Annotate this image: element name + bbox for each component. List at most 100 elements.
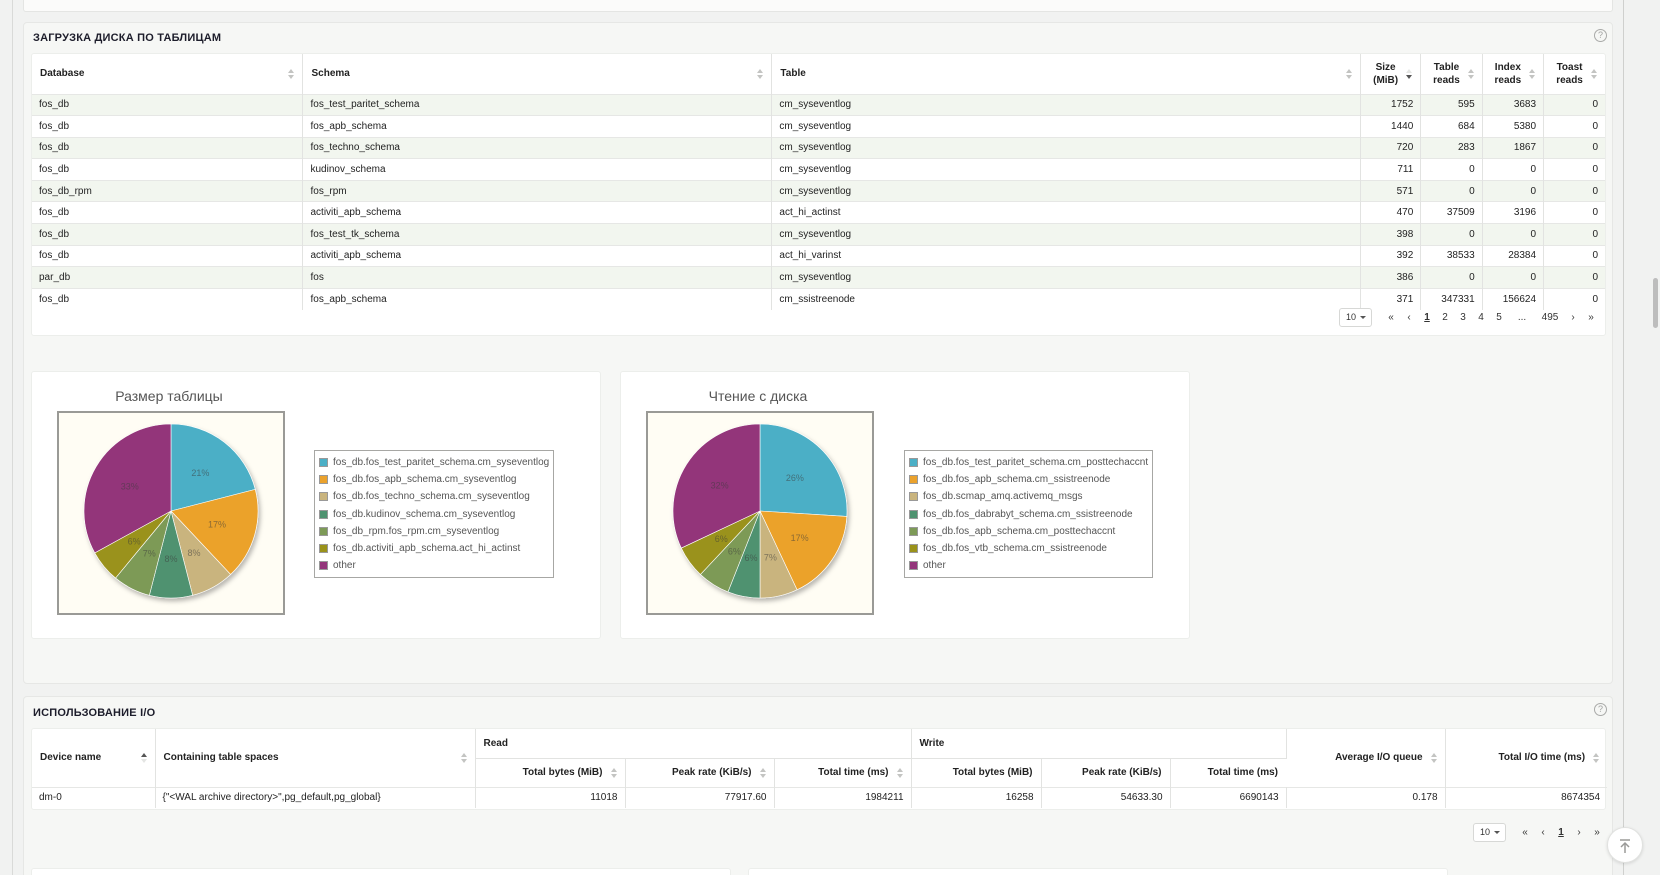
page-size-select[interactable]: 10	[1339, 308, 1372, 327]
sort-icon[interactable]	[1593, 752, 1600, 763]
page-1-button[interactable]: 1	[1418, 312, 1436, 323]
legend-item[interactable]: fos_db_rpm.fos_rpm.cm_syseventlog	[319, 523, 549, 540]
database-cell: fos_db	[32, 287, 304, 310]
slice-value-label: 7%	[764, 553, 777, 563]
col-index-reads[interactable]: Index reads	[1482, 54, 1545, 94]
legend-swatch	[909, 458, 918, 468]
pie-slice[interactable]	[759, 423, 848, 517]
col-toast-reads[interactable]: Toast reads	[1544, 54, 1605, 94]
sort-icon[interactable]	[757, 68, 764, 79]
database-cell: fos_db	[32, 244, 304, 267]
col-table-reads[interactable]: Table reads	[1420, 54, 1483, 94]
disk-reads-pie: 26%17%7%6%6%6%32%	[672, 423, 848, 599]
legend-item[interactable]: fos_db.fos_apb_schema.cm_posttechaccnt	[909, 523, 1148, 540]
sort-icon[interactable]	[460, 752, 467, 763]
legend-swatch	[319, 526, 328, 536]
disk-table-pagination: 10 « ‹ 1 2 3 4 5 ... 495 › »	[1339, 308, 1600, 327]
last-page-button[interactable]: »	[1588, 827, 1606, 838]
legend-item[interactable]: fos_db.scmap_amq.activemq_msgs	[909, 488, 1148, 505]
index-reads-cell: 5380	[1482, 115, 1545, 138]
schema-cell: fos_techno_schema	[302, 136, 773, 159]
next-page-button[interactable]: ›	[1570, 827, 1588, 838]
col-read-total-bytes[interactable]: Total bytes (MiB)	[475, 758, 626, 787]
table-row: fos_db fos_apb_schema cm_syseventlog 1440 68…	[32, 115, 1605, 138]
legend-label: fos_db.fos_dabrabyt_schema.cm_ssistreeno…	[923, 508, 1133, 520]
chart-title: Чтение с диска	[708, 388, 808, 404]
col-group-write: Write	[911, 729, 1287, 759]
sort-icon[interactable]	[1345, 68, 1352, 79]
help-icon[interactable]: ?	[1594, 29, 1607, 42]
legend-item[interactable]: fos_db.fos_vtb_schema.cm_ssistreenode	[909, 540, 1148, 557]
prev-page-button[interactable]: ‹	[1400, 312, 1418, 323]
legend-item[interactable]: fos_db.fos_apb_schema.cm_ssistreenode	[909, 471, 1148, 488]
col-read-total-time[interactable]: Total time (ms)	[774, 758, 912, 787]
page-1-button[interactable]: 1	[1552, 827, 1570, 838]
database-cell: fos_db	[32, 201, 304, 224]
sort-icon[interactable]	[896, 767, 903, 778]
col-avg-io-queue[interactable]: Average I/O queue	[1286, 729, 1446, 787]
col-write-total-bytes[interactable]: Total bytes (MiB)	[911, 758, 1042, 787]
legend-item[interactable]: fos_db.fos_techno_schema.cm_syseventlog	[319, 488, 549, 505]
col-read-peak-rate[interactable]: Peak rate (KiB/s)	[625, 758, 775, 787]
database-cell: fos_db	[32, 93, 304, 116]
sort-icon[interactable]	[1467, 68, 1474, 79]
database-cell: fos_db	[32, 115, 304, 138]
last-page-number-button[interactable]: 495	[1536, 312, 1564, 323]
database-cell: fos_db	[32, 136, 304, 159]
last-page-button[interactable]: »	[1582, 312, 1600, 323]
sort-icon[interactable]	[610, 767, 617, 778]
write-peak-rate-cell: 54633.30	[1041, 786, 1171, 808]
legend-item[interactable]: other	[319, 557, 549, 574]
legend-item[interactable]: fos_db.activiti_apb_schema.act_hi_actins…	[319, 540, 549, 557]
legend-item[interactable]: fos_db.fos_test_paritet_schema.cm_postte…	[909, 454, 1148, 471]
table-row: fos_db kudinov_schema cm_syseventlog 711 0 0 0	[32, 158, 1605, 181]
legend-item[interactable]: fos_db.fos_dabrabyt_schema.cm_ssistreeno…	[909, 506, 1148, 523]
table-cell: cm_ssistreenode	[771, 287, 1361, 310]
legend-swatch	[909, 509, 918, 519]
col-size[interactable]: Size (MiB)	[1360, 54, 1422, 94]
sort-icon[interactable]	[759, 767, 766, 778]
legend-item[interactable]: fos_db.kudinov_schema.cm_syseventlog	[319, 506, 549, 523]
page-3-button[interactable]: 3	[1454, 312, 1472, 323]
col-write-peak-rate[interactable]: Peak rate (KiB/s)	[1041, 758, 1171, 787]
next-page-button[interactable]: ›	[1564, 312, 1582, 323]
index-reads-cell: 0	[1482, 179, 1545, 202]
col-schema[interactable]: Schema	[302, 54, 773, 94]
next-card-stub	[31, 868, 731, 875]
page-5-button[interactable]: 5	[1490, 312, 1508, 323]
disk-usage-section: ЗАГРУЗКА ДИСКА ПО ТАБЛИЦАМ ? Database Sc…	[23, 22, 1613, 684]
col-total-io-time[interactable]: Total I/O time (ms)	[1445, 729, 1607, 787]
sort-icon[interactable]	[1591, 68, 1597, 79]
legend-item[interactable]: fos_db.fos_apb_schema.cm_syseventlog	[319, 471, 549, 488]
page-size-select[interactable]: 10	[1473, 823, 1506, 842]
col-database[interactable]: Database	[32, 54, 304, 94]
help-icon[interactable]: ?	[1594, 703, 1607, 716]
first-page-button[interactable]: «	[1382, 312, 1400, 323]
col-write-total-time[interactable]: Total time (ms)	[1170, 758, 1286, 787]
sort-desc-icon[interactable]	[1406, 68, 1413, 79]
sort-asc-icon[interactable]	[140, 752, 147, 763]
page-scrollbar[interactable]	[1653, 278, 1658, 328]
first-page-button[interactable]: «	[1516, 827, 1534, 838]
page-2-button[interactable]: 2	[1436, 312, 1454, 323]
legend-label: fos_db.fos_test_paritet_schema.cm_syseve…	[333, 457, 550, 469]
size-cell: 371	[1360, 287, 1422, 310]
legend-label: fos_db.fos_apb_schema.cm_ssistreenode	[923, 474, 1111, 486]
sort-icon[interactable]	[1529, 68, 1536, 79]
disk-usage-table: Database Schema Table Size (MiB) Table rea…	[32, 54, 1605, 310]
col-table[interactable]: Table	[771, 54, 1361, 94]
table-size-chart-card: Размер таблицы 21% 17% 8% 8% 7% 6% 33% fos_db.…	[31, 371, 601, 639]
legend-swatch	[909, 492, 918, 502]
legend-swatch	[319, 492, 328, 502]
legend-item[interactable]: fos_db.fos_test_paritet_schema.cm_syseve…	[319, 454, 549, 471]
col-device-name[interactable]: Device name	[32, 729, 156, 787]
sort-icon[interactable]	[288, 68, 295, 79]
legend-item[interactable]: other	[909, 557, 1148, 574]
table-reads-cell: 347331	[1420, 287, 1483, 310]
col-table-spaces[interactable]: Containing table spaces	[155, 729, 476, 787]
prev-page-button[interactable]: ‹	[1534, 827, 1552, 838]
legend-swatch	[319, 509, 328, 519]
sort-icon[interactable]	[1430, 752, 1437, 763]
scroll-to-top-button[interactable]	[1607, 827, 1643, 863]
page-4-button[interactable]: 4	[1472, 312, 1490, 323]
